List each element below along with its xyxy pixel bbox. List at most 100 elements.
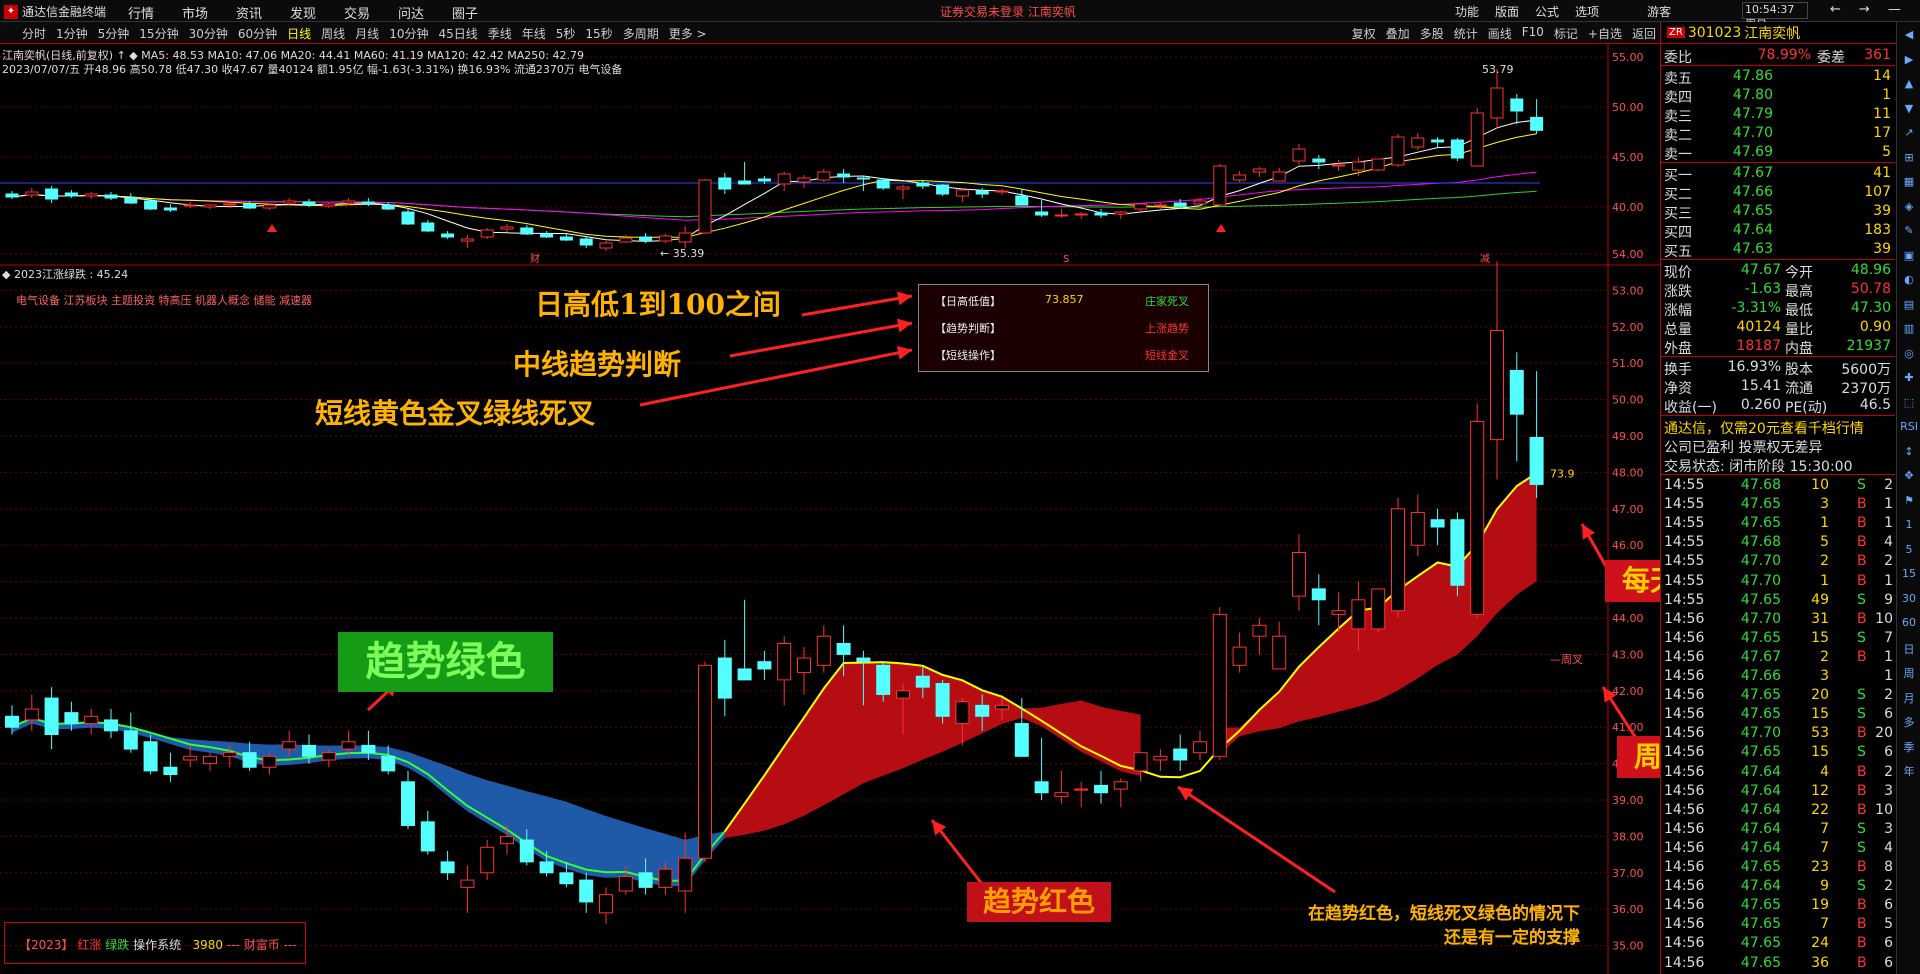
candle-body [441,233,455,238]
side-tool-icon-26[interactable]: 周 [1897,665,1920,681]
candle-body [144,200,158,210]
side-tool-icon-14[interactable]: ✚ [1897,371,1920,384]
tick-row: 14:55 47.70 2 B 2 [1664,553,1893,570]
tick-row: 14:56 47.65 15 S 6 [1664,706,1893,723]
side-tool-icon-16[interactable]: RSI [1897,420,1920,433]
candle-body [1332,164,1346,167]
candle-body [143,741,158,772]
side-tool-icon-1[interactable]: ▶ [1897,53,1920,66]
side-tool-icon-25[interactable]: 日 [1897,641,1920,657]
candle-body [1054,214,1068,217]
stat2-row-0: 换手 16.93% 股本 5600万 [1664,359,1891,378]
candle-body [1233,174,1247,181]
candle-body [1034,781,1049,794]
kline-chart[interactable]: 53.79 ← 35.39 财 S 减 73.9 —周叉 55.00 50.00 45.00 4… [0,22,1660,974]
candle-body [341,741,356,750]
side-tool-icon-19[interactable]: ⚑ [1897,494,1920,507]
tick-row: 14:56 47.64 4 B 2 [1664,763,1893,780]
side-tool-icon-8[interactable]: ✎ [1897,224,1920,237]
candle-body [836,642,851,655]
menu-item-market[interactable]: 市场 [182,3,236,22]
side-tool-icon-21[interactable]: 5 [1897,543,1920,556]
candle-body [1292,148,1306,162]
candle-body [559,872,574,885]
side-tool-icon-5[interactable]: ⊞ [1897,151,1920,164]
menu-item-formula[interactable]: 公式 [1535,3,1559,20]
side-tool-icon-2[interactable]: ▲ [1897,77,1920,90]
side-tool-icon-23[interactable]: 30 [1897,592,1920,605]
title-bar: ✦ 通达信金融终端 行情 市场 资讯 发现 交易 问达 圈子 证券交易未登录 江… [0,0,1920,31]
candle-body [658,868,673,888]
candle-body [1094,784,1108,794]
menu-item-ask[interactable]: 问达 [398,3,452,22]
annotation-arrow [1177,785,1336,894]
candle-body [1490,87,1504,119]
back-icon[interactable]: ← [1830,2,1841,17]
axis-tick-label: 55.00 [1612,51,1644,64]
tick-row: 14:56 47.64 22 B 10 [1664,801,1893,818]
candle-body [1530,116,1544,131]
side-tool-icon-4[interactable]: ↗ [1897,126,1920,139]
candle-body [64,712,79,725]
side-tool-icon-12[interactable]: ▥ [1897,322,1920,335]
side-tool-icon-18[interactable]: ✥ [1897,469,1920,482]
side-tool-icon-22[interactable]: 15 [1897,567,1920,580]
menu-item-options[interactable]: 选项 [1575,3,1599,20]
side-tool-icon-29[interactable]: 季 [1897,739,1920,755]
candle-body [282,200,296,204]
side-tool-icon-30[interactable]: 年 [1897,763,1920,779]
side-tool-icon-11[interactable]: ▤ [1897,298,1920,311]
axis-tick-label: 35.00 [1612,940,1644,953]
side-tool-icon-20[interactable]: 1 [1897,518,1920,531]
annotation-arrow [729,321,913,358]
candle-body [1252,168,1266,173]
menu-item-trade[interactable]: 交易 [344,3,398,22]
candle-body [1371,588,1386,630]
side-tool-icon-6[interactable]: ▦ [1897,175,1920,188]
menu-item-discover[interactable]: 发现 [290,3,344,22]
side-tool-icon-0[interactable]: ◀ [1897,28,1920,41]
candle-body [25,191,39,196]
side-tool-icon-28[interactable]: 多 [1897,714,1920,730]
app-logo-icon: ✦ [4,4,18,19]
side-tool-icon-13[interactable]: ◎ [1897,347,1920,360]
side-tool-icon-24[interactable]: 60 [1897,616,1920,629]
menu-item-quotes[interactable]: 行情 [128,3,182,22]
stat-row-4: 外盘 18187 内盘 21937 [1664,338,1891,357]
side-tool-icon-9[interactable]: ▣ [1897,249,1920,262]
candle-body [579,879,594,903]
menu-item-circle[interactable]: 圈子 [452,3,506,22]
sidebar-divider [1661,65,1895,66]
side-tool-icon-7[interactable]: ◈ [1897,200,1920,213]
arrow-head-icon [1178,787,1194,801]
tick-row: 14:56 47.64 7 S 4 [1664,839,1893,856]
menu-item-news[interactable]: 资讯 [236,3,290,22]
candle-body [124,197,138,204]
chart-info-ohlc: 2023/07/07/五 开48.96 高50.78 低47.30 收47.67… [2,63,623,76]
side-tool-icon-17[interactable]: ↕ [1897,445,1920,458]
axis-tick-label: 51.00 [1612,357,1644,370]
candle-body [698,664,712,859]
login-status[interactable]: 证券交易未登录 江南奕帆 [940,3,1076,20]
menu-item-layout[interactable]: 版面 [1495,3,1519,20]
axis-tick-label: 39.00 [1612,794,1644,807]
side-tool-icon-3[interactable]: ▼ [1897,102,1920,115]
event-mark: 减 [1480,253,1490,265]
axis-tick-label: 45.00 [1612,151,1644,164]
user-label[interactable]: 游客 [1647,3,1671,20]
menu-item-function[interactable]: 功能 [1455,3,1479,20]
candle-body [519,839,534,863]
candle-body [777,173,791,185]
side-tool-icon-27[interactable]: 月 [1897,690,1920,706]
candle-body [955,701,970,725]
minimize-icon[interactable]: — [1888,2,1901,17]
sidebar-divider [1661,415,1895,416]
candle-body [1431,139,1445,143]
side-tool-icon-10[interactable]: ◐ [1897,273,1920,286]
side-tool-icon-15[interactable]: ⬚ [1897,396,1920,409]
axis-tick-label: 42.00 [1612,685,1644,698]
tick-row: 14:56 47.65 15 S 6 [1664,744,1893,761]
candle-body [500,226,514,230]
forward-icon[interactable]: → [1859,2,1870,17]
candle-body [1410,511,1425,546]
